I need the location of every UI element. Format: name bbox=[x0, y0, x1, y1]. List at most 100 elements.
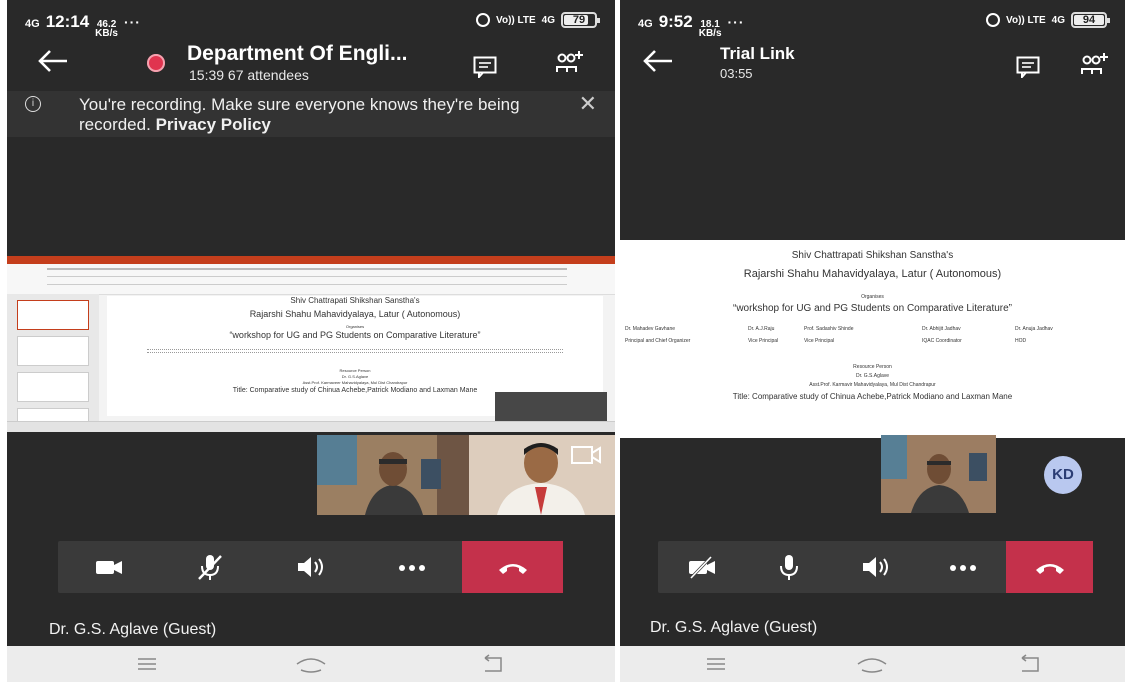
slide-line-2: Rajarshi Shahu Mahavidyalaya, Latur ( Au… bbox=[249, 309, 461, 319]
participant-name: Dr. G.S. Aglave (Guest) bbox=[650, 619, 818, 636]
participant-avatar[interactable]: KD bbox=[1044, 456, 1082, 494]
organizer-role: IQAC Coordinator bbox=[922, 338, 962, 344]
home-icon[interactable] bbox=[295, 654, 327, 674]
signal-icon: 4G bbox=[25, 18, 40, 30]
camera-button[interactable] bbox=[658, 541, 745, 593]
notification-dots: ··· bbox=[123, 14, 141, 30]
back-nav-icon[interactable] bbox=[481, 654, 505, 674]
battery-icon: 79 bbox=[561, 12, 600, 28]
recording-notice: You're recording. Make sure everyone kno… bbox=[79, 95, 520, 134]
speaker-button[interactable] bbox=[832, 541, 919, 593]
ppt-title-bar bbox=[7, 256, 615, 264]
slide-line-3: Organises bbox=[861, 294, 884, 300]
right-phone-screen: 4G 9:52 18.1 KB/s ··· Vo)) LTE 4G 94 Tria… bbox=[620, 0, 1125, 682]
network-type: 4G bbox=[1051, 14, 1065, 26]
android-nav-bar bbox=[7, 646, 615, 682]
home-icon[interactable] bbox=[856, 654, 888, 674]
add-participant-icon[interactable] bbox=[555, 48, 585, 74]
mute-button[interactable] bbox=[745, 541, 832, 593]
slide-line-6: Dr. G.S.Aglave bbox=[855, 373, 890, 379]
network-speed: 18.1 KB/s bbox=[698, 19, 722, 39]
chat-icon[interactable] bbox=[1016, 56, 1040, 80]
network-type: 4G bbox=[541, 14, 555, 26]
slide-line-2: Rajarshi Shahu Mahavidyalaya, Latur ( Au… bbox=[743, 268, 1002, 280]
slide-line-4: “workshop for UG and PG Students on Comp… bbox=[229, 330, 481, 340]
microphone-icon bbox=[779, 555, 798, 580]
participant-video[interactable] bbox=[881, 435, 996, 513]
slide-line-1: Shiv Chattrapati Shikshan Sanstha's bbox=[791, 250, 954, 261]
meeting-title: Trial Link bbox=[720, 44, 795, 63]
status-time: 12:14 bbox=[45, 12, 90, 31]
status-bar: 4G 9:52 18.1 KB/s ··· Vo)) LTE 4G 94 bbox=[620, 6, 1125, 39]
meeting-duration-attendees: 15:39 67 attendees bbox=[189, 67, 309, 83]
call-controls bbox=[658, 541, 1093, 593]
add-participant-icon[interactable] bbox=[1080, 50, 1110, 76]
shared-screen: Shiv Chattrapati Shikshan Sanstha's Raja… bbox=[7, 256, 615, 432]
slide-line-8: Title: Comparative study of Chinua Acheb… bbox=[732, 392, 1013, 401]
slide-line-4: “workshop for UG and PG Students on Comp… bbox=[732, 303, 1013, 314]
call-controls bbox=[58, 541, 563, 593]
speaker-button[interactable] bbox=[260, 541, 361, 593]
microphone-muted-icon bbox=[197, 555, 222, 580]
participant-video-1[interactable] bbox=[317, 435, 469, 515]
recording-banner: i You're recording. Make sure everyone k… bbox=[7, 91, 615, 137]
organizer-name: Dr. A.J.Raju bbox=[748, 326, 775, 332]
organizer-name: Dr. Anuja Jadhav bbox=[1015, 326, 1053, 332]
organizer-role: Vice Principal bbox=[748, 338, 779, 344]
battery-icon: 94 bbox=[1071, 12, 1110, 28]
privacy-policy-link[interactable]: Privacy Policy bbox=[156, 115, 271, 134]
network-speed: 46.2 KB/s bbox=[95, 19, 118, 39]
end-call-button[interactable] bbox=[462, 541, 563, 593]
organizer-names bbox=[147, 349, 563, 353]
chat-icon[interactable] bbox=[473, 56, 497, 80]
organizer-role: Principal and Chief Organizer bbox=[625, 338, 691, 344]
organizer-name: Dr. Abhijit Jadhav bbox=[922, 326, 961, 332]
volte-indicator: Vo)) LTE bbox=[1006, 14, 1046, 26]
left-phone-screen: 4G 12:14 46.2 KB/s ··· Vo)) LTE 4G 79 Dep… bbox=[7, 0, 615, 682]
back-arrow-icon[interactable] bbox=[35, 46, 71, 76]
ppt-ribbon bbox=[7, 264, 615, 295]
recording-indicator-icon bbox=[147, 54, 165, 72]
more-options-button[interactable] bbox=[919, 541, 1006, 593]
slide-line-6: Dr. G.S.Aglave bbox=[341, 374, 369, 379]
meeting-header: Trial Link 03:55 bbox=[620, 38, 1125, 88]
notification-dots: ··· bbox=[727, 14, 745, 30]
ppt-status-bar bbox=[7, 421, 615, 432]
video-camera-icon bbox=[95, 561, 122, 574]
switch-camera-icon[interactable] bbox=[571, 445, 601, 467]
menu-icon[interactable] bbox=[137, 654, 157, 672]
more-options-button[interactable] bbox=[361, 541, 462, 593]
signal-icon: 4G bbox=[638, 18, 653, 30]
shared-slide: Shiv Chattrapati Shikshan Sanstha's Raja… bbox=[620, 240, 1125, 438]
end-call-button[interactable] bbox=[1006, 541, 1093, 593]
slide-line-7: Asst.Prof. Karmaveer Mahavidyalaya, Mul … bbox=[302, 380, 408, 385]
self-view-overlay bbox=[495, 392, 607, 424]
organizer-role: HOD bbox=[1015, 338, 1027, 344]
participant-name: Dr. G.S. Aglave (Guest) bbox=[49, 621, 217, 638]
slide-line-5: Resource Person bbox=[339, 368, 371, 373]
mute-button[interactable] bbox=[159, 541, 260, 593]
slide-line-5: Resource Person bbox=[853, 364, 892, 370]
speaker-icon bbox=[862, 557, 888, 577]
status-time: 9:52 bbox=[658, 12, 693, 31]
alarm-icon bbox=[476, 13, 491, 27]
status-bar: 4G 12:14 46.2 KB/s ··· Vo)) LTE 4G 79 bbox=[7, 6, 615, 39]
volte-indicator: Vo)) LTE bbox=[496, 14, 536, 26]
organizer-name: Prof. Sadashiv Shinde bbox=[804, 326, 854, 332]
participant-video-2[interactable] bbox=[469, 435, 615, 515]
organizer-name: Dr. Mahadev Gavhane bbox=[625, 326, 676, 332]
back-arrow-icon[interactable] bbox=[640, 46, 676, 76]
organizer-role: Vice Principal bbox=[804, 338, 835, 344]
ppt-thumbnail-pane bbox=[7, 294, 99, 430]
meeting-header: Department Of Engli... 15:39 67 attendee… bbox=[7, 38, 615, 88]
slide-line-3: Organises bbox=[345, 324, 365, 329]
back-nav-icon[interactable] bbox=[1018, 654, 1042, 674]
close-icon[interactable]: ✕ bbox=[579, 91, 597, 117]
more-icon bbox=[398, 565, 425, 571]
info-icon: i bbox=[25, 96, 41, 112]
camera-button[interactable] bbox=[58, 541, 159, 593]
menu-icon[interactable] bbox=[706, 654, 726, 672]
video-off-icon bbox=[688, 554, 715, 581]
slide-line-1: Shiv Chattrapati Shikshan Sanstha's bbox=[290, 296, 420, 305]
speaker-icon bbox=[297, 557, 323, 577]
